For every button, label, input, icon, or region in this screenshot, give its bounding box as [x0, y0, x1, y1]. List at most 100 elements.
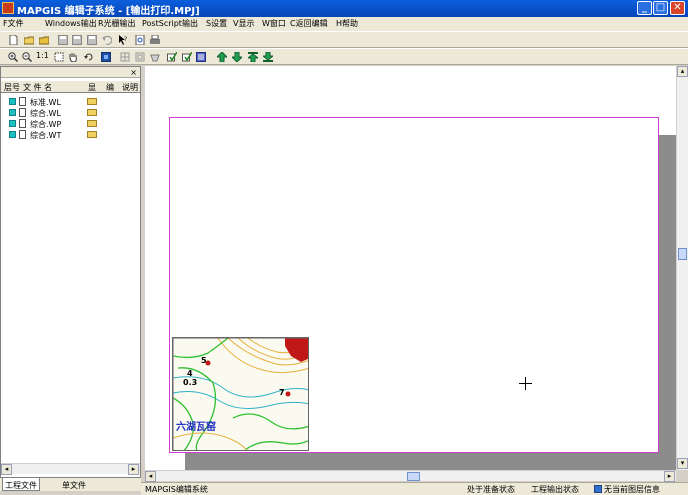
move-bottom-icon[interactable] [263, 52, 273, 62]
move-down-icon[interactable] [232, 52, 242, 62]
folder-icon[interactable] [87, 120, 97, 127]
status-mode: 工程输出状态 [531, 485, 579, 494]
project-files-tab-label: 工程文件 [5, 481, 37, 490]
column-visible[interactable]: 显 [88, 82, 96, 93]
file-row[interactable]: 综合.WP [1, 118, 140, 129]
save-all-icon[interactable] [87, 35, 97, 45]
title-bar: MAPGIS 编辑子系统 - [输出打印.MPJ] _ □ ✕ [0, 0, 688, 17]
scroll-left-arrow-icon[interactable]: ◂ [1, 464, 12, 475]
menu-windows-output[interactable]: Windows输出 [45, 18, 97, 29]
scroll-right-arrow-icon[interactable]: ▸ [128, 464, 139, 475]
save-icon[interactable] [58, 35, 68, 45]
undo-icon[interactable] [102, 35, 112, 45]
window-title: MAPGIS 编辑子系统 - [输出打印.MPJ] [17, 6, 200, 17]
canvas-horizontal-scrollbar[interactable]: ◂ ▸ [145, 470, 676, 482]
app-icon [2, 2, 14, 14]
zoom-window-icon[interactable] [54, 52, 64, 62]
svg-text:?: ? [124, 36, 127, 43]
pan-hand-icon[interactable] [68, 52, 78, 62]
new-file-icon[interactable] [8, 35, 18, 45]
scroll-down-arrow-icon[interactable]: ▾ [677, 458, 688, 469]
scroll-up-arrow-icon[interactable]: ▴ [677, 66, 688, 77]
check-edit-icon[interactable] [167, 52, 177, 62]
menu-postscript-output[interactable]: PostScript输出 [142, 18, 198, 29]
file-icon [19, 130, 26, 139]
zoom-out-icon[interactable] [22, 52, 32, 62]
canvas-vertical-scroll-thumb[interactable] [678, 248, 687, 260]
save-as-icon[interactable] [72, 35, 82, 45]
layer-info-icon [594, 485, 602, 493]
maximize-button[interactable]: □ [653, 1, 668, 15]
status-layer-info: 无当前图层信息 [604, 485, 660, 494]
menu-bar: F文件 Windows输出 R光栅输出 PostScript输出 S设置 V显示… [0, 17, 688, 31]
column-file-name[interactable]: 文 件 名 [23, 82, 52, 93]
map-thumbnail[interactable]: 5 4 0.3 7 六湖瓦窑 [172, 337, 309, 451]
refresh-icon[interactable] [101, 52, 111, 62]
panel-header: × [1, 67, 140, 78]
tab-project-files[interactable]: 工程文件 [2, 478, 40, 491]
open-folder-icon[interactable] [39, 35, 49, 45]
column-layer-no[interactable]: 层号 [4, 82, 20, 93]
move-up-icon[interactable] [217, 52, 227, 62]
column-description[interactable]: 说明 [122, 82, 138, 93]
folder-icon[interactable] [87, 98, 97, 105]
map-graphic [173, 338, 308, 450]
check-layer-icon[interactable] [182, 52, 192, 62]
layer-list-icon[interactable] [196, 52, 206, 62]
move-top-icon[interactable] [248, 52, 258, 62]
canvas-vertical-scrollbar[interactable]: ▴ ▾ [676, 66, 688, 470]
file-list-header: 层号 文 件 名 显 编 说明 [1, 81, 140, 93]
map-label: 7 [279, 388, 285, 397]
status-bar: MAPGIS编辑系统 处于准备状态 工程输出状态 无当前图层信息 [141, 482, 688, 495]
layout-disabled-icon[interactable] [135, 52, 145, 62]
close-button[interactable]: ✕ [670, 1, 685, 15]
panel-horizontal-scrollbar[interactable]: ◂ ▸ [1, 463, 140, 475]
layer-color-swatch [9, 109, 16, 116]
map-label: 4 [187, 369, 193, 378]
layout-grid-icon[interactable] [120, 52, 130, 62]
layer-color-swatch [9, 120, 16, 127]
zoom-in-icon[interactable] [8, 52, 18, 62]
file-row[interactable]: 标准.WL [1, 96, 140, 107]
canvas-scroll-thumb[interactable] [407, 472, 420, 481]
tab-single-file[interactable]: 单文件 [60, 478, 88, 491]
panel-tabs: 工程文件 单文件 [0, 478, 141, 491]
minimize-button[interactable]: _ [637, 1, 652, 15]
map-label: 0.3 [183, 378, 198, 387]
status-state: 处于准备状态 [467, 485, 515, 494]
single-file-tab-label: 单文件 [62, 481, 86, 490]
toolbar-view: 1:1 [0, 48, 688, 65]
menu-help[interactable]: H帮助 [336, 18, 358, 29]
menu-view[interactable]: V显示 [233, 18, 254, 29]
toolbar-main: ? [0, 31, 688, 48]
place-name-label: 六湖瓦窑 [176, 422, 216, 433]
file-row[interactable]: 综合.WT [1, 129, 140, 140]
crosshair-cursor-icon [519, 377, 532, 390]
column-edit[interactable]: 编 [106, 82, 114, 93]
print-icon[interactable] [150, 35, 160, 45]
menu-raster-output[interactable]: R光栅输出 [98, 18, 136, 29]
menu-settings[interactable]: S设置 [206, 18, 227, 29]
folder-icon[interactable] [87, 109, 97, 116]
folder-icon[interactable] [87, 131, 97, 138]
file-icon [19, 108, 26, 117]
menu-file[interactable]: F文件 [3, 18, 24, 29]
paint-icon[interactable] [150, 52, 160, 62]
panel-close-button[interactable]: × [130, 68, 137, 77]
scroll-left-arrow-icon[interactable]: ◂ [145, 471, 156, 482]
zoom-actual-button[interactable]: 1:1 [36, 51, 49, 60]
status-app-name: MAPGIS编辑系统 [145, 485, 208, 494]
menu-return-edit[interactable]: C返回编辑 [290, 18, 328, 29]
project-panel: × 层号 文 件 名 显 编 说明 标准.WL 综合.WL 综合.WP 综合.W… [0, 66, 141, 478]
file-name: 综合.WT [30, 131, 62, 140]
layer-color-swatch [9, 98, 16, 105]
print-preview-icon[interactable] [135, 35, 145, 45]
scroll-right-arrow-icon[interactable]: ▸ [664, 471, 675, 482]
layer-color-swatch [9, 131, 16, 138]
menu-window[interactable]: W窗口 [262, 18, 286, 29]
rotate-icon[interactable] [84, 52, 94, 62]
help-pointer-icon[interactable]: ? [118, 35, 128, 45]
file-row[interactable]: 综合.WL [1, 107, 140, 118]
file-icon [19, 97, 26, 106]
open-file-icon[interactable] [24, 35, 34, 45]
